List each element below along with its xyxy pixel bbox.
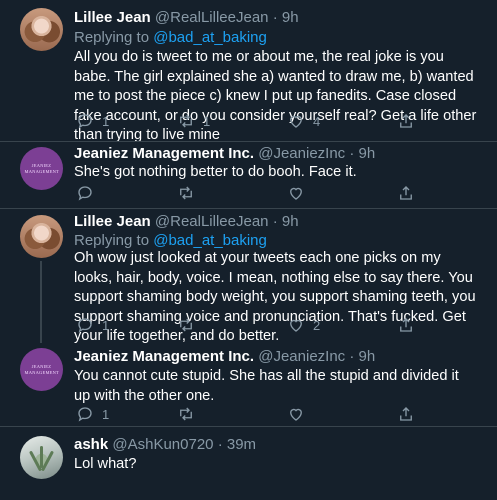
retweet-button[interactable]: 1 (177, 112, 210, 130)
replying-prefix: Replying to (74, 29, 154, 46)
avatar[interactable] (20, 8, 63, 51)
user-handle[interactable]: @JeaniezInc (258, 145, 345, 162)
tweet-header: ashk @AshKun0720 · 39m (74, 436, 256, 453)
retweet-button[interactable] (177, 405, 195, 423)
avatar[interactable]: JEANIEZ MANAGEMENT (20, 147, 63, 190)
display-name[interactable]: ashk (74, 436, 108, 453)
share-icon (400, 407, 412, 421)
retweet-icon (180, 318, 192, 332)
separator-dot: · (272, 9, 278, 26)
reply-button[interactable]: 1 (76, 405, 109, 423)
reply-icon (78, 186, 92, 201)
tweet-jeaniez-2[interactable]: JEANIEZ MANAGEMENT Jeaniez Management In… (0, 343, 497, 426)
avatar-logo-text: JEANIEZ MANAGEMENT (24, 363, 59, 375)
reply-button[interactable]: 1 (76, 112, 109, 130)
heart-icon (290, 408, 302, 421)
share-icon (400, 114, 412, 128)
tweet-lillee-2[interactable]: Lillee Jean @RealLilleeJean · 9h Replyin… (0, 209, 497, 344)
separator-dot: · (349, 348, 355, 365)
like-button[interactable]: 2 (287, 316, 320, 334)
like-count: 2 (313, 317, 321, 333)
reply-button[interactable]: 1 (76, 316, 109, 334)
retweet-icon (180, 114, 192, 128)
tweet-actions: 1 (74, 405, 414, 425)
share-icon (400, 318, 412, 332)
replying-to: Replying to @bad_at_baking (74, 232, 267, 249)
separator-dot: · (217, 436, 223, 453)
tweet-text: You cannot cute stupid. She has all the … (74, 368, 459, 404)
retweet-count: 1 (203, 113, 211, 129)
share-button[interactable] (397, 112, 415, 130)
thread-connector (40, 261, 42, 343)
timestamp[interactable]: 9h (359, 145, 376, 162)
separator-dot: · (272, 213, 278, 230)
tweet-ashk[interactable]: ashk @AshKun0720 · 39m Lol what? (0, 427, 497, 500)
display-name[interactable]: Lillee Jean (74, 213, 151, 230)
tweet-header: Lillee Jean @RealLilleeJean · 9h (74, 213, 299, 230)
avatar[interactable] (20, 215, 63, 258)
heart-icon (290, 187, 302, 200)
heart-icon (290, 115, 302, 128)
separator-dot: · (349, 145, 355, 162)
tweet-header: Jeaniez Management Inc. @JeaniezInc · 9h (74, 145, 375, 162)
like-count: 4 (313, 113, 321, 129)
avatar[interactable] (20, 436, 63, 479)
tweet-actions: 1 2 (74, 316, 414, 336)
share-button[interactable] (397, 184, 415, 202)
reply-icon (78, 318, 92, 333)
reply-count: 1 (102, 113, 110, 129)
tweet-actions: 1 1 4 (74, 112, 414, 132)
tweet-lillee-1[interactable]: Lillee Jean @RealLilleeJean · 9h Replyin… (0, 0, 497, 143)
like-button[interactable] (287, 405, 305, 423)
user-handle[interactable]: @RealLilleeJean (155, 213, 269, 230)
retweet-button[interactable] (177, 316, 195, 334)
reply-count: 1 (102, 406, 110, 422)
heart-icon (290, 319, 302, 332)
tweet-header: Jeaniez Management Inc. @JeaniezInc · 9h (74, 348, 375, 365)
reply-icon (78, 114, 92, 129)
timestamp[interactable]: 9h (282, 213, 299, 230)
like-button[interactable] (287, 184, 305, 202)
display-name[interactable]: Jeaniez Management Inc. (74, 145, 254, 162)
avatar-logo-text: JEANIEZ MANAGEMENT (24, 162, 59, 174)
retweet-icon (180, 407, 192, 421)
share-icon (400, 186, 412, 200)
timestamp[interactable]: 39m (227, 436, 256, 453)
like-button[interactable]: 4 (287, 112, 320, 130)
share-button[interactable] (397, 316, 415, 334)
mention-link[interactable]: @bad_at_baking (153, 232, 267, 249)
reply-icon (78, 407, 92, 422)
tweet-text: Lol what? (74, 456, 137, 472)
replying-prefix: Replying to (74, 232, 154, 249)
replying-to: Replying to @bad_at_baking (74, 29, 267, 46)
mention-link[interactable]: @bad_at_baking (153, 29, 267, 46)
retweet-button[interactable] (177, 184, 195, 202)
display-name[interactable]: Jeaniez Management Inc. (74, 348, 254, 365)
tweet-actions (74, 184, 414, 204)
user-handle[interactable]: @AshKun0720 (112, 436, 213, 453)
avatar[interactable]: JEANIEZ MANAGEMENT (20, 348, 63, 391)
display-name[interactable]: Lillee Jean (74, 9, 151, 26)
tweet-header: Lillee Jean @RealLilleeJean · 9h (74, 9, 299, 26)
user-handle[interactable]: @JeaniezInc (258, 348, 345, 365)
share-button[interactable] (397, 405, 415, 423)
timestamp[interactable]: 9h (282, 9, 299, 26)
user-handle[interactable]: @RealLilleeJean (155, 9, 269, 26)
reply-count: 1 (102, 317, 110, 333)
tweet-text: She's got nothing better to do booh. Fac… (74, 164, 357, 180)
reply-button[interactable] (76, 184, 102, 202)
timestamp[interactable]: 9h (359, 348, 376, 365)
tweet-jeaniez-1[interactable]: JEANIEZ MANAGEMENT Jeaniez Management In… (0, 142, 497, 208)
retweet-icon (180, 186, 192, 200)
